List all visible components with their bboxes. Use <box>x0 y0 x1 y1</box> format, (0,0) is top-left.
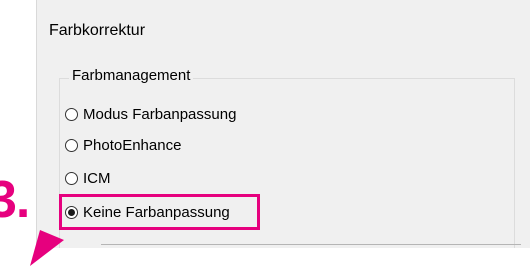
radio-button-unselected[interactable] <box>65 138 78 152</box>
radio-option-photoenhance[interactable]: PhotoEnhance <box>65 135 181 155</box>
arrow-tip-icon <box>30 230 64 266</box>
radio-label: ICM <box>83 169 111 187</box>
radio-option-icm[interactable]: ICM <box>65 168 111 188</box>
color-correction-panel: Farbkorrektur Farbmanagement Modus Farba… <box>36 0 530 248</box>
radio-option-keine-farbanpassung[interactable]: Keine Farbanpassung <box>65 202 230 222</box>
radio-button-unselected[interactable] <box>65 107 78 121</box>
step-number-label: 3. <box>0 171 30 229</box>
separator <box>101 244 521 245</box>
section-title: Farbkorrektur <box>49 22 146 39</box>
radio-option-modus-farbanpassung[interactable]: Modus Farbanpassung <box>65 104 236 124</box>
radio-button-unselected[interactable] <box>65 171 78 185</box>
group-legend: Farbmanagement <box>69 67 194 84</box>
radio-label: Modus Farbanpassung <box>83 105 237 123</box>
radio-label: PhotoEnhance <box>83 136 182 154</box>
radio-label: Keine Farbanpassung <box>83 203 230 221</box>
radio-dot <box>68 208 75 216</box>
radio-button-selected[interactable] <box>65 205 78 219</box>
